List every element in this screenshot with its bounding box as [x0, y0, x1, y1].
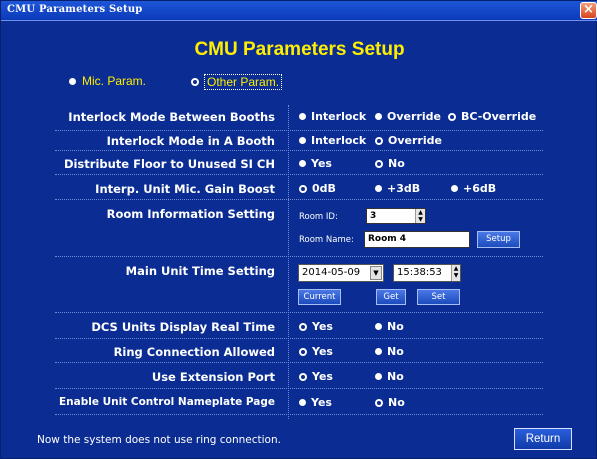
radio-selected-icon — [375, 159, 383, 168]
radio-unselected-icon — [299, 113, 306, 120]
room-id-label: Room ID: — [299, 212, 338, 222]
spinner-arrows-icon[interactable]: ▲ ▼ — [415, 209, 425, 223]
ring-connection-label: Ring Connection Allowed — [113, 345, 275, 359]
radio-selected-icon — [191, 78, 199, 86]
room-id-stepper[interactable]: 3 ▲ ▼ — [366, 208, 426, 224]
window-title: CMU Parameters Setup — [7, 4, 143, 15]
interlock-booths-bc-override-radio[interactable]: BC-Override — [448, 110, 536, 123]
radio-unselected-icon — [375, 185, 382, 192]
room-name-label: Room Name: — [299, 235, 354, 245]
nameplate-yes-radio[interactable]: Yes — [299, 396, 332, 409]
radio-selected-icon — [375, 136, 383, 145]
row-divider — [55, 150, 543, 151]
row-divider — [55, 312, 543, 313]
room-info-label: Room Information Setting — [106, 207, 275, 221]
tab-other-param[interactable]: Other Param. — [191, 74, 283, 90]
radio-selected-icon — [299, 184, 307, 193]
cmu-parameters-window: CMU Parameters Setup × CMU Parameters Se… — [0, 0, 597, 459]
row-divider — [55, 130, 543, 131]
radio-selected-icon — [299, 372, 307, 381]
spinner-arrows-icon[interactable]: ▲ ▼ — [451, 265, 460, 281]
dcs-display-yes-radio[interactable]: Yes — [299, 320, 333, 333]
ring-connection-no-radio[interactable]: No — [375, 345, 404, 358]
radio-unselected-icon — [451, 185, 458, 192]
title-bar: CMU Parameters Setup × — [1, 1, 597, 21]
row-divider — [55, 362, 543, 363]
row-divider — [55, 338, 543, 339]
dcs-display-no-radio[interactable]: No — [375, 320, 404, 333]
get-button[interactable]: Get — [376, 289, 406, 305]
row-divider — [55, 199, 543, 200]
radio-unselected-icon — [375, 348, 382, 355]
return-button[interactable]: Return — [514, 428, 572, 450]
distribute-floor-no-radio[interactable]: No — [375, 157, 405, 170]
tab-mic-param-label: Mic. Param. — [82, 74, 147, 88]
radio-unselected-icon — [375, 323, 382, 330]
gain-boost-6db-radio[interactable]: +6dB — [451, 182, 496, 195]
row-divider — [55, 388, 543, 389]
gain-boost-label: Interp. Unit Mic. Gain Boost — [95, 182, 275, 196]
row-divider — [55, 414, 543, 415]
date-picker[interactable]: 2014-05-09 ▼ — [298, 264, 384, 282]
nameplate-no-radio[interactable]: No — [375, 396, 405, 409]
gain-boost-3db-radio[interactable]: +3dB — [375, 182, 420, 195]
row-divider — [55, 256, 543, 257]
radio-unselected-icon — [375, 113, 382, 120]
interlock-a-booth-interlock-radio[interactable]: Interlock — [299, 134, 366, 147]
room-name-field[interactable]: Room 4 — [364, 231, 470, 248]
extension-port-label: Use Extension Port — [151, 370, 275, 384]
radio-unselected-icon — [69, 77, 76, 85]
interlock-booths-label: Interlock Mode Between Booths — [68, 110, 275, 124]
setup-button[interactable]: Setup — [477, 231, 520, 248]
radio-selected-icon — [299, 322, 307, 331]
set-button[interactable]: Set — [417, 289, 460, 305]
interlock-booths-interlock-radio[interactable]: Interlock — [299, 110, 366, 123]
tab-mic-param[interactable]: Mic. Param. — [69, 74, 146, 88]
interlock-a-booth-override-radio[interactable]: Override — [375, 134, 442, 147]
current-button[interactable]: Current — [298, 289, 341, 305]
column-divider — [288, 105, 289, 419]
time-setting-label: Main Unit Time Setting — [125, 264, 275, 278]
dcs-display-label: DCS Units Display Real Time — [91, 320, 275, 334]
extension-port-no-radio[interactable]: No — [375, 370, 404, 383]
ring-connection-yes-radio[interactable]: Yes — [299, 345, 333, 358]
radio-selected-icon — [375, 398, 383, 407]
radio-unselected-icon — [299, 399, 306, 406]
radio-selected-icon — [299, 347, 307, 356]
distribute-floor-label: Distribute Floor to Unused SI CH — [63, 157, 275, 171]
distribute-floor-yes-radio[interactable]: Yes — [299, 157, 332, 170]
gain-boost-0db-radio[interactable]: 0dB — [299, 182, 336, 195]
tab-other-param-label: Other Param. — [204, 74, 283, 90]
close-icon[interactable]: × — [580, 2, 597, 19]
radio-selected-icon — [448, 112, 456, 121]
interlock-booths-override-radio[interactable]: Override — [375, 110, 441, 123]
nameplate-label: Enable Unit Control Nameplate Page — [58, 396, 275, 408]
status-message: Now the system does not use ring connect… — [37, 434, 281, 446]
row-divider — [55, 174, 543, 175]
extension-port-yes-radio[interactable]: Yes — [299, 370, 333, 383]
time-stepper[interactable]: 15:38:53 ▲ ▼ — [393, 264, 461, 282]
radio-unselected-icon — [299, 160, 306, 167]
chevron-down-icon[interactable]: ▼ — [370, 266, 382, 280]
radio-unselected-icon — [299, 137, 306, 144]
interlock-a-booth-label: Interlock Mode in A Booth — [106, 134, 275, 148]
radio-unselected-icon — [375, 373, 382, 380]
page-title: CMU Parameters Setup — [194, 39, 405, 60]
